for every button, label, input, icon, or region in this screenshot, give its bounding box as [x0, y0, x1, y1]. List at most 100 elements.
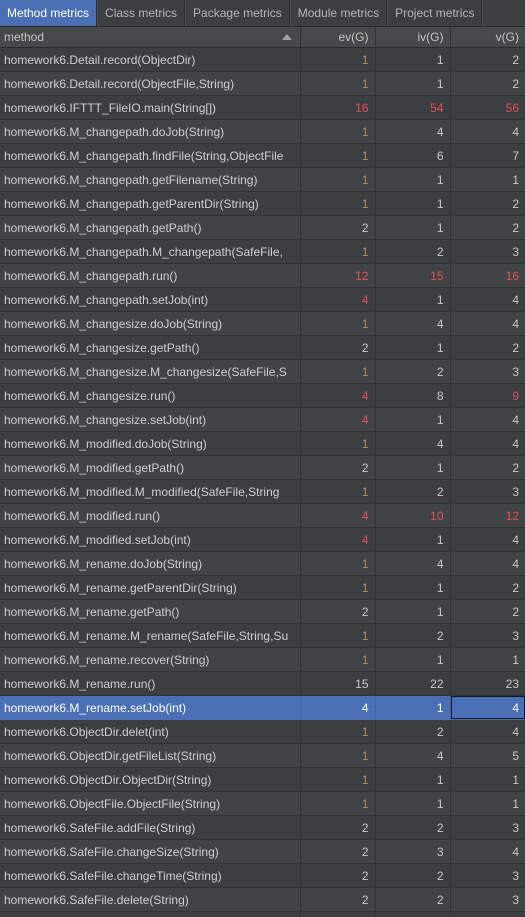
cell-vg[interactable]: 2	[450, 599, 525, 624]
cell-iv[interactable]: 2	[375, 239, 451, 264]
cell-vg[interactable]: 4	[450, 431, 525, 456]
cell-iv[interactable]: 3	[375, 839, 451, 864]
cell-ev[interactable]: 2	[300, 815, 376, 840]
table-row[interactable]: homework6.ObjectDir.ObjectDir(String) 1 1 1	[0, 767, 525, 792]
table-row[interactable]: homework6.M_changepath.run() 12 15 16	[0, 263, 525, 288]
cell-method[interactable]: homework6.M_changepath.M_changepath(Safe…	[0, 239, 301, 264]
cell-vg[interactable]: 4	[450, 839, 525, 864]
cell-iv[interactable]: 22	[375, 671, 451, 696]
cell-ev[interactable]: 1	[300, 767, 376, 792]
cell-iv[interactable]: 2	[375, 815, 451, 840]
cell-vg[interactable]: 4	[450, 119, 525, 144]
column-header-iv[interactable]: iv(G)	[375, 27, 451, 48]
cell-ev[interactable]: 2	[300, 215, 376, 240]
cell-ev[interactable]: 1	[300, 119, 376, 144]
cell-vg[interactable]: 2	[450, 191, 525, 216]
cell-ev[interactable]: 1	[300, 647, 376, 672]
cell-ev[interactable]: 1	[300, 359, 376, 384]
table-row[interactable]: homework6.IFTTT_FileIO.main(String[]) 16 5…	[0, 95, 525, 120]
cell-ev[interactable]: 4	[300, 287, 376, 312]
cell-method[interactable]: homework6.M_modified.M_modified(SafeFile…	[0, 479, 301, 504]
cell-vg[interactable]: 56	[450, 95, 525, 120]
table-row[interactable]: homework6.M_changesize.setJob(int) 4 1 4	[0, 407, 525, 432]
cell-method[interactable]: homework6.M_changesize.doJob(String)	[0, 311, 301, 336]
cell-iv[interactable]: 4	[375, 311, 451, 336]
cell-vg[interactable]: 1	[450, 647, 525, 672]
cell-method[interactable]: homework6.ObjectDir.ObjectDir(String)	[0, 767, 301, 792]
cell-ev[interactable]: 1	[300, 47, 376, 72]
cell-vg[interactable]: 1	[450, 791, 525, 816]
cell-method[interactable]: homework6.M_modified.setJob(int)	[0, 527, 301, 552]
cell-method[interactable]: homework6.M_changepath.doJob(String)	[0, 119, 301, 144]
cell-ev[interactable]: 16	[300, 95, 376, 120]
cell-ev[interactable]: 2	[300, 455, 376, 480]
cell-iv[interactable]: 1	[375, 791, 451, 816]
table-row[interactable]: homework6.M_modified.M_modified(SafeFile…	[0, 479, 525, 504]
cell-vg[interactable]: 2	[450, 455, 525, 480]
cell-iv[interactable]: 1	[375, 599, 451, 624]
table-row[interactable]: homework6.M_changepath.M_changepath(Safe…	[0, 239, 525, 264]
cell-method[interactable]: homework6.SafeFile.move(String,String)	[0, 911, 301, 917]
cell-ev[interactable]: 3	[300, 911, 376, 917]
cell-method[interactable]: homework6.IFTTT_FileIO.main(String[])	[0, 95, 301, 120]
cell-method[interactable]: homework6.M_changesize.setJob(int)	[0, 407, 301, 432]
table-row[interactable]: homework6.M_modified.run() 4 10 12	[0, 503, 525, 528]
cell-vg[interactable]: 3	[450, 359, 525, 384]
cell-ev[interactable]: 1	[300, 167, 376, 192]
table-row[interactable]: homework6.M_modified.getPath() 2 1 2	[0, 455, 525, 480]
cell-method[interactable]: homework6.SafeFile.addFile(String)	[0, 815, 301, 840]
table-row[interactable]: homework6.M_changepath.getFilename(Strin…	[0, 167, 525, 192]
cell-iv[interactable]: 3	[375, 911, 451, 917]
table-row[interactable]: homework6.M_changesize.M_changesize(Safe…	[0, 359, 525, 384]
cell-method[interactable]: homework6.M_changesize.getPath()	[0, 335, 301, 360]
cell-method[interactable]: homework6.M_rename.M_rename(SafeFile,Str…	[0, 623, 301, 648]
cell-iv[interactable]: 1	[375, 71, 451, 96]
cell-method[interactable]: homework6.SafeFile.delete(String)	[0, 887, 301, 912]
cell-method[interactable]: homework6.SafeFile.changeTime(String)	[0, 863, 301, 888]
tab-project-metrics[interactable]: Project metrics	[387, 0, 483, 26]
table-row[interactable]: homework6.M_changesize.getPath() 2 1 2	[0, 335, 525, 360]
cell-iv[interactable]: 1	[375, 407, 451, 432]
cell-ev[interactable]: 1	[300, 623, 376, 648]
cell-ev[interactable]: 1	[300, 791, 376, 816]
cell-method[interactable]: homework6.M_changesize.M_changesize(Safe…	[0, 359, 301, 384]
cell-vg[interactable]: 9	[450, 383, 525, 408]
table-row[interactable]: homework6.M_changepath.doJob(String) 1 4 4	[0, 119, 525, 144]
table-row[interactable]: homework6.ObjectDir.getFileList(String) 1…	[0, 743, 525, 768]
cell-ev[interactable]: 1	[300, 71, 376, 96]
cell-iv[interactable]: 2	[375, 887, 451, 912]
cell-ev[interactable]: 4	[300, 383, 376, 408]
cell-method[interactable]: homework6.M_rename.getParentDir(String)	[0, 575, 301, 600]
cell-vg[interactable]: 4	[450, 287, 525, 312]
tab-method-metrics[interactable]: Method metrics	[0, 0, 98, 26]
cell-vg[interactable]: 16	[450, 263, 525, 288]
cell-ev[interactable]: 4	[300, 503, 376, 528]
cell-iv[interactable]: 1	[375, 335, 451, 360]
cell-method[interactable]: homework6.M_rename.setJob(int)	[0, 695, 301, 720]
cell-vg[interactable]: 4	[450, 527, 525, 552]
cell-vg[interactable]: 2	[450, 71, 525, 96]
cell-vg[interactable]: 3	[450, 887, 525, 912]
cell-iv[interactable]: 2	[375, 863, 451, 888]
cell-ev[interactable]: 4	[300, 695, 376, 720]
cell-ev[interactable]: 1	[300, 743, 376, 768]
cell-ev[interactable]: 1	[300, 239, 376, 264]
cell-ev[interactable]: 1	[300, 479, 376, 504]
table-row[interactable]: homework6.M_changepath.findFile(String,O…	[0, 143, 525, 168]
table-row[interactable]: homework6.M_changesize.doJob(String) 1 4 4	[0, 311, 525, 336]
column-header-ev[interactable]: ev(G)	[300, 27, 376, 48]
cell-ev[interactable]: 1	[300, 191, 376, 216]
table-row[interactable]: homework6.M_changepath.getParentDir(Stri…	[0, 191, 525, 216]
table-row[interactable]: homework6.M_rename.doJob(String) 1 4 4	[0, 551, 525, 576]
cell-ev[interactable]: 1	[300, 143, 376, 168]
cell-ev[interactable]: 15	[300, 671, 376, 696]
cell-ev[interactable]: 1	[300, 719, 376, 744]
table-row[interactable]: homework6.M_changesize.run() 4 8 9	[0, 383, 525, 408]
table-row[interactable]: homework6.M_changepath.getPath() 2 1 2	[0, 215, 525, 240]
cell-iv[interactable]: 2	[375, 479, 451, 504]
cell-vg[interactable]: 1	[450, 767, 525, 792]
cell-method[interactable]: homework6.M_changepath.getFilename(Strin…	[0, 167, 301, 192]
cell-method[interactable]: homework6.SafeFile.changeSize(String)	[0, 839, 301, 864]
tab-module-metrics[interactable]: Module metrics	[289, 0, 388, 26]
column-header-vg[interactable]: v(G)	[450, 27, 525, 48]
